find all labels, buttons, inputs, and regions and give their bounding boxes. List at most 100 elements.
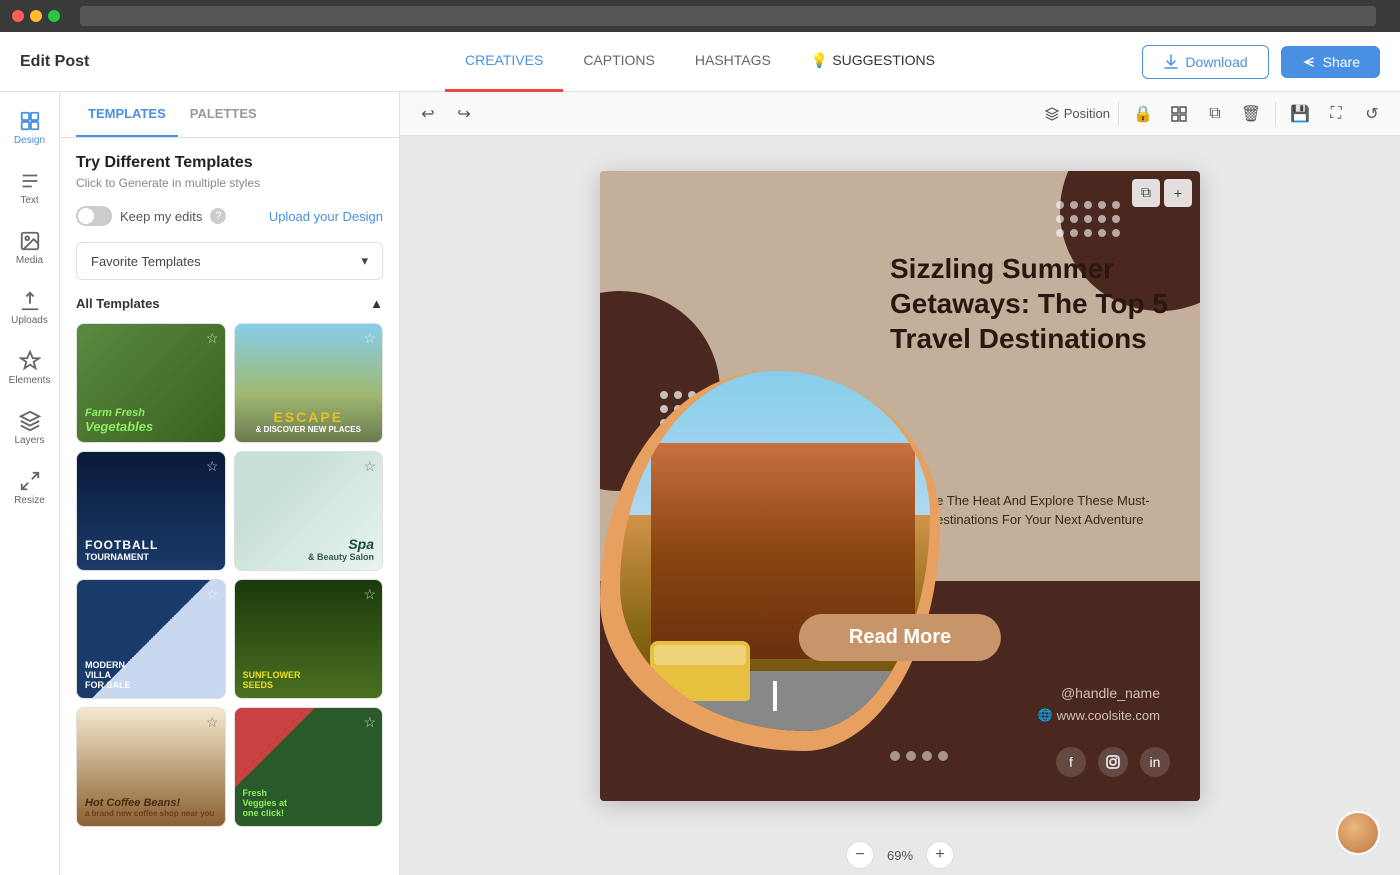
group-button[interactable] [1163, 98, 1195, 130]
url-bar[interactable] [80, 6, 1376, 26]
avatar[interactable] [1336, 811, 1380, 855]
sidebar-item-uploads[interactable]: Uploads [4, 280, 56, 336]
redo-button[interactable]: ↪ [448, 98, 480, 130]
template-item-1[interactable]: Farm Fresh Vegetables ☆ [76, 323, 226, 443]
panel-tab-palettes[interactable]: PALETTES [178, 92, 269, 137]
chevron-up-icon[interactable]: ▲ [370, 296, 383, 311]
download-button[interactable]: Download [1142, 45, 1268, 79]
icon-sidebar: Design Text Media Uploads [0, 92, 60, 875]
zoom-out-button[interactable]: − [846, 841, 874, 869]
canvas-copy-button[interactable]: ⧉ [1132, 179, 1160, 207]
undo-redo-group: ↩ ↪ [412, 98, 480, 130]
canvas-scroll[interactable]: Sizzling Summer Getaways: The Top 5 Trav… [400, 136, 1400, 835]
favorite-icon-3[interactable]: ☆ [206, 458, 219, 475]
design-subtitle: Escape The Heat And Explore These Must-S… [900, 491, 1170, 530]
favorite-icon-7[interactable]: ☆ [206, 714, 219, 731]
design-website: 🌐 www.coolsite.com [1038, 708, 1160, 723]
browser-bar [0, 0, 1400, 32]
page-title: Edit Post [20, 53, 89, 71]
design-photo [620, 371, 930, 731]
layers-icon [19, 410, 41, 432]
design-dots-bottom [890, 751, 948, 761]
minimize-dot[interactable] [30, 10, 42, 22]
reset-button[interactable]: ↺ [1356, 98, 1388, 130]
save-button[interactable]: 💾 [1284, 98, 1316, 130]
try-templates-subtitle: Click to Generate in multiple styles [76, 176, 383, 190]
favorite-icon-2[interactable]: ☆ [363, 330, 376, 347]
group-icon [1170, 105, 1188, 123]
favorite-icon-8[interactable]: ☆ [363, 714, 376, 731]
maximize-dot[interactable] [48, 10, 60, 22]
share-icon [1301, 54, 1317, 70]
template-grid: Farm Fresh Vegetables ☆ ESCAPE & DISCOVE… [76, 323, 383, 827]
design-social-icons: f in [1056, 747, 1170, 777]
upload-design-link[interactable]: Upload your Design [269, 209, 383, 224]
sidebar-item-media[interactable]: Media [4, 220, 56, 276]
template-item-6[interactable]: SUNFLOWER SEEDS ☆ [234, 579, 384, 699]
nav-tabs: CREATIVES CAPTIONS HASHTAGS SUGGESTIONS [445, 32, 955, 92]
copy-button[interactable]: ⧉ [1199, 98, 1231, 130]
favorite-icon-6[interactable]: ☆ [363, 586, 376, 603]
van-element [650, 641, 750, 701]
template-item-8[interactable]: Fresh Veggies at one click! ☆ [234, 707, 384, 827]
template-item-3[interactable]: FOOTBALL TOURNAMENT ☆ [76, 451, 226, 571]
browser-controls [12, 10, 60, 22]
template-item-4[interactable]: Spa & Beauty Salon ☆ [234, 451, 384, 571]
design-cta-button[interactable]: Read More [799, 614, 1001, 661]
panel-content: Try Different Templates Click to Generat… [60, 138, 399, 875]
zoom-value: 69% [882, 848, 918, 863]
keep-edits-toggle[interactable] [76, 206, 112, 226]
keep-edits-label: Keep my edits [120, 209, 202, 224]
uploads-icon [19, 290, 41, 312]
app-header: Edit Post CREATIVES CAPTIONS HASHTAGS SU… [0, 32, 1400, 92]
tab-suggestions[interactable]: SUGGESTIONS [791, 32, 955, 92]
undo-button[interactable]: ↩ [412, 98, 444, 130]
template-item-2[interactable]: ESCAPE & DISCOVER NEW PLACES ☆ [234, 323, 384, 443]
favorite-templates-dropdown[interactable]: Favorite Templates ▾ [76, 242, 383, 280]
main-layout: Design Text Media Uploads [0, 92, 1400, 875]
design-dots-top [1056, 201, 1120, 237]
toolbar-separator-2 [1275, 102, 1276, 126]
toolbar-separator [1118, 102, 1119, 126]
close-dot[interactable] [12, 10, 24, 22]
sidebar-item-layers[interactable]: Layers [4, 400, 56, 456]
sidebar-item-resize[interactable]: Resize [4, 460, 56, 516]
tab-creatives[interactable]: CREATIVES [445, 32, 563, 92]
header-actions: Download Share [1142, 45, 1380, 79]
right-toolbar-group: Position 🔒 ⧉ 🗑 💾 ⛶ ↺ [1044, 98, 1388, 130]
all-templates-header: All Templates ▲ [76, 296, 383, 311]
sidebar-item-elements[interactable]: Elements [4, 340, 56, 396]
tab-hashtags[interactable]: HASHTAGS [675, 32, 791, 92]
sidebar-item-text[interactable]: Text [4, 160, 56, 216]
share-button[interactable]: Share [1281, 46, 1380, 78]
resize-icon [19, 470, 41, 492]
template-item-5[interactable]: MODERN VILLA FOR SALE ☆ [76, 579, 226, 699]
left-panel: TEMPLATES PALETTES Try Different Templat… [60, 92, 400, 875]
canvas-add-button[interactable]: + [1164, 179, 1192, 207]
design-icon [19, 110, 41, 132]
design-canvas: Sizzling Summer Getaways: The Top 5 Trav… [600, 171, 1200, 801]
linkedin-icon: in [1140, 747, 1170, 777]
template-item-7[interactable]: Hot Coffee Beans! a brand new coffee sho… [76, 707, 226, 827]
zoom-in-button[interactable]: + [926, 841, 954, 869]
layers-toolbar-icon [1044, 106, 1060, 122]
lock-button[interactable]: 🔒 [1127, 98, 1159, 130]
design-handle: @handle_name [1061, 685, 1160, 701]
delete-button[interactable]: 🗑 [1235, 98, 1267, 130]
media-icon [19, 230, 41, 252]
chevron-down-icon: ▾ [361, 253, 368, 269]
tab-captions[interactable]: CAPTIONS [563, 32, 675, 92]
favorite-icon-4[interactable]: ☆ [363, 458, 376, 475]
panel-tabs: TEMPLATES PALETTES [60, 92, 399, 138]
panel-tab-templates[interactable]: TEMPLATES [76, 92, 178, 137]
sidebar-item-design[interactable]: Design [4, 100, 56, 156]
help-icon[interactable]: ? [210, 208, 226, 224]
fullscreen-button[interactable]: ⛶ [1320, 98, 1352, 130]
keep-edits-row: Keep my edits ? Upload your Design [76, 206, 383, 226]
canvas-toolbar: ↩ ↪ Position 🔒 [400, 92, 1400, 136]
zoom-bar: − 69% + [400, 835, 1400, 875]
position-label: Position [1044, 106, 1110, 122]
favorite-icon-5[interactable]: ☆ [206, 586, 219, 603]
favorite-icon-1[interactable]: ☆ [206, 330, 219, 347]
globe-icon: 🌐 [1038, 708, 1053, 722]
